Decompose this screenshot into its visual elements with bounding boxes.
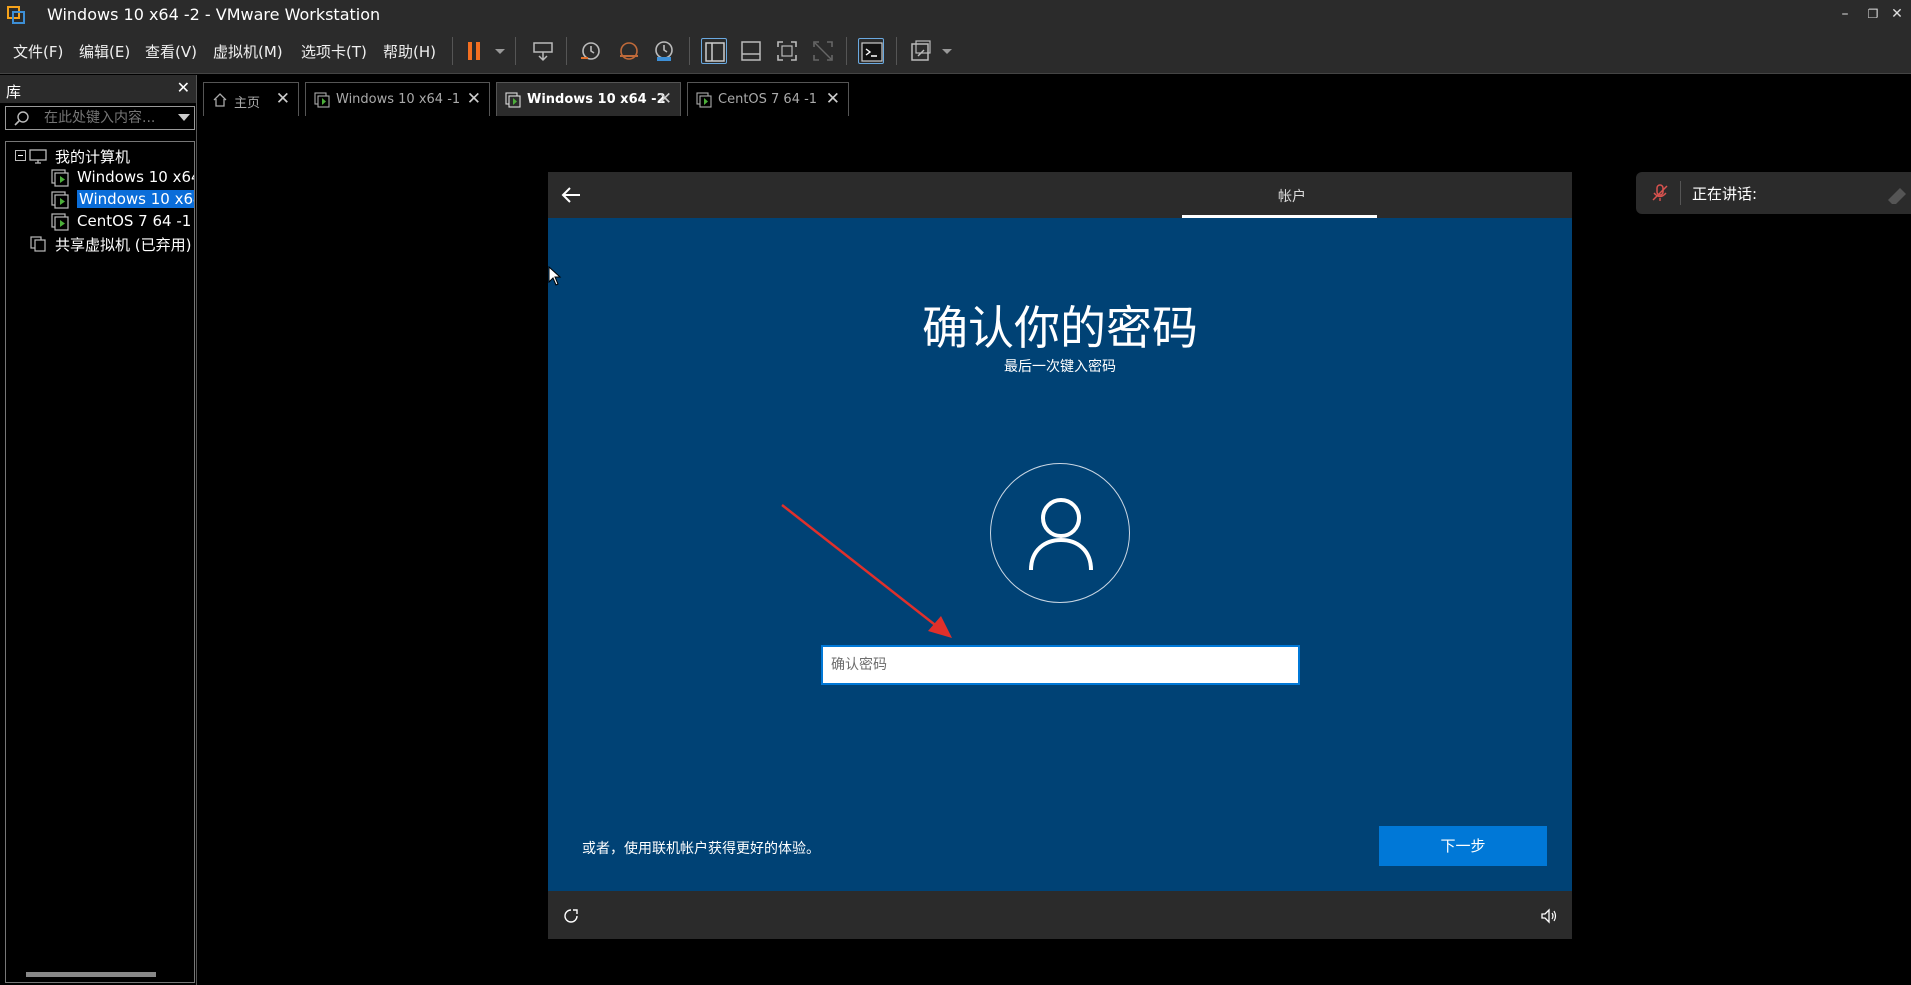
library-close-button[interactable]: ✕ (177, 78, 190, 97)
menu-help[interactable]: 帮助(H) (383, 41, 436, 62)
console-view-icon[interactable] (858, 38, 884, 64)
toolbar-separator (689, 37, 690, 65)
stretch-guest-icon[interactable] (908, 38, 934, 64)
back-arrow-icon[interactable] (558, 182, 584, 208)
tree-item-label: 共享虚拟机 (已弃用) (55, 236, 192, 254)
speaking-indicator: 正在讲话: (1636, 172, 1911, 214)
library-panel: 库 ✕ 我的计算机 Windows 10 x64 (0, 75, 197, 985)
oobe-footer (548, 891, 1572, 939)
close-window-button[interactable]: ✕ (1882, 3, 1911, 25)
confirm-password-input[interactable] (831, 655, 1281, 675)
tree-item-label: Windows 10 x64 (77, 190, 194, 208)
home-icon (213, 93, 227, 107)
ease-of-access-icon[interactable] (562, 907, 580, 925)
page-title: 确认你的密码 (922, 301, 1198, 355)
library-header: 库 ✕ (0, 75, 196, 103)
stretch-dropdown-icon[interactable] (934, 38, 952, 64)
tab-label: CentOS 7 64 -1 (718, 92, 818, 107)
window-title: Windows 10 x64 -2 - VMware Workstation (47, 5, 381, 24)
minimize-button[interactable]: – (1830, 3, 1860, 25)
tab-label: Windows 10 x64 -2 (527, 92, 666, 107)
pause-dropdown-icon[interactable] (487, 38, 505, 64)
toolbar-separator (846, 37, 847, 65)
unity-mode-icon[interactable] (810, 38, 836, 64)
horizontal-scrollbar[interactable] (26, 972, 156, 977)
send-ctrl-alt-del-icon[interactable] (530, 38, 556, 64)
oobe-header: 帐户 (548, 172, 1572, 218)
tab-close-icon[interactable]: ✕ (658, 89, 672, 109)
toolbar-separator (566, 37, 567, 65)
next-button[interactable]: 下一步 (1379, 826, 1547, 866)
online-account-link[interactable]: 或者，使用联机帐户获得更好的体验。 (582, 838, 820, 858)
full-screen-icon[interactable] (774, 38, 800, 64)
menu-edit[interactable]: 编辑(E) (79, 41, 130, 62)
tab-home[interactable]: 主页 ✕ (203, 82, 299, 116)
tree-item-label: CentOS 7 64 -1 (77, 212, 192, 230)
tab-centos-7-64-1[interactable]: CentOS 7 64 -1 ✕ (687, 82, 849, 116)
mouse-cursor-icon (548, 266, 562, 286)
page-subtitle: 最后一次键入密码 (1004, 359, 1116, 375)
vmware-logo-icon (7, 6, 25, 24)
library-search-input[interactable] (44, 109, 164, 127)
vm-icon (51, 213, 69, 231)
title-bar: Windows 10 x64 -2 - VMware Workstation –… (0, 0, 1911, 29)
library-tree: 我的计算机 Windows 10 x64 Windows 10 x64 Cent… (5, 141, 195, 983)
tree-item-label: 我的计算机 (55, 148, 131, 166)
shared-vm-icon (30, 236, 46, 252)
tab-label: 主页 (234, 96, 261, 111)
library-title: 库 (6, 83, 22, 101)
tab-close-icon[interactable]: ✕ (276, 89, 290, 109)
tab-label: Windows 10 x64 -1 (336, 92, 461, 107)
pause-icon[interactable] (462, 38, 488, 64)
menu-tabs[interactable]: 选项卡(T) (301, 41, 367, 62)
vm-icon (314, 92, 330, 108)
oobe-section-label: 帐户 (1278, 189, 1306, 205)
muted-mic-icon[interactable] (1650, 183, 1670, 203)
search-icon (14, 111, 29, 126)
tree-item-label: Windows 10 x64 (77, 168, 195, 186)
pencil-icon[interactable] (1884, 184, 1910, 204)
avatar (990, 463, 1130, 603)
menu-toolbar: 文件(F) 编辑(E) 查看(V) 虚拟机(M) 选项卡(T) 帮助(H) (0, 29, 1911, 74)
user-icon (1029, 498, 1093, 571)
snapshot-manager-icon[interactable] (651, 38, 677, 64)
confirm-password-field[interactable] (821, 645, 1300, 685)
menu-view[interactable]: 查看(V) (145, 41, 197, 62)
toolbar-separator (452, 37, 453, 65)
search-dropdown-icon[interactable] (178, 114, 190, 121)
tab-windows-10-x64-1[interactable]: Windows 10 x64 -1 ✕ (305, 82, 490, 116)
tab-close-icon[interactable]: ✕ (467, 89, 481, 109)
show-library-icon[interactable] (701, 38, 727, 64)
toolbar-separator (896, 37, 897, 65)
toolbar-separator (515, 37, 516, 65)
annotation-arrow-icon (781, 504, 952, 638)
vm-display[interactable]: 帐户 确认你的密码 最后一次键入密码 或者，使用联机帐户获得更好的体验。 下一步 (548, 172, 1572, 939)
speaking-label: 正在讲话: (1692, 185, 1758, 203)
library-search[interactable] (5, 106, 195, 130)
vm-icon (51, 169, 69, 187)
collapse-toggle-icon[interactable] (15, 150, 26, 161)
tab-windows-10-x64-2[interactable]: Windows 10 x64 -2 ✕ (496, 82, 681, 116)
vmware-workstation-window: Windows 10 x64 -2 - VMware Workstation –… (0, 0, 1911, 985)
thumbnail-bar-icon[interactable] (738, 38, 764, 64)
vm-icon (51, 191, 69, 209)
revert-snapshot-icon[interactable] (616, 38, 642, 64)
snapshot-icon[interactable] (578, 38, 604, 64)
oobe-section-underline (1182, 215, 1377, 218)
volume-icon[interactable] (1540, 907, 1558, 925)
vm-icon (505, 92, 521, 108)
computer-icon (29, 149, 47, 164)
tab-close-icon[interactable]: ✕ (826, 89, 840, 109)
menu-file[interactable]: 文件(F) (13, 41, 63, 62)
speaking-separator (1680, 181, 1681, 205)
menu-vm[interactable]: 虚拟机(M) (213, 41, 283, 62)
vm-icon (696, 92, 712, 108)
